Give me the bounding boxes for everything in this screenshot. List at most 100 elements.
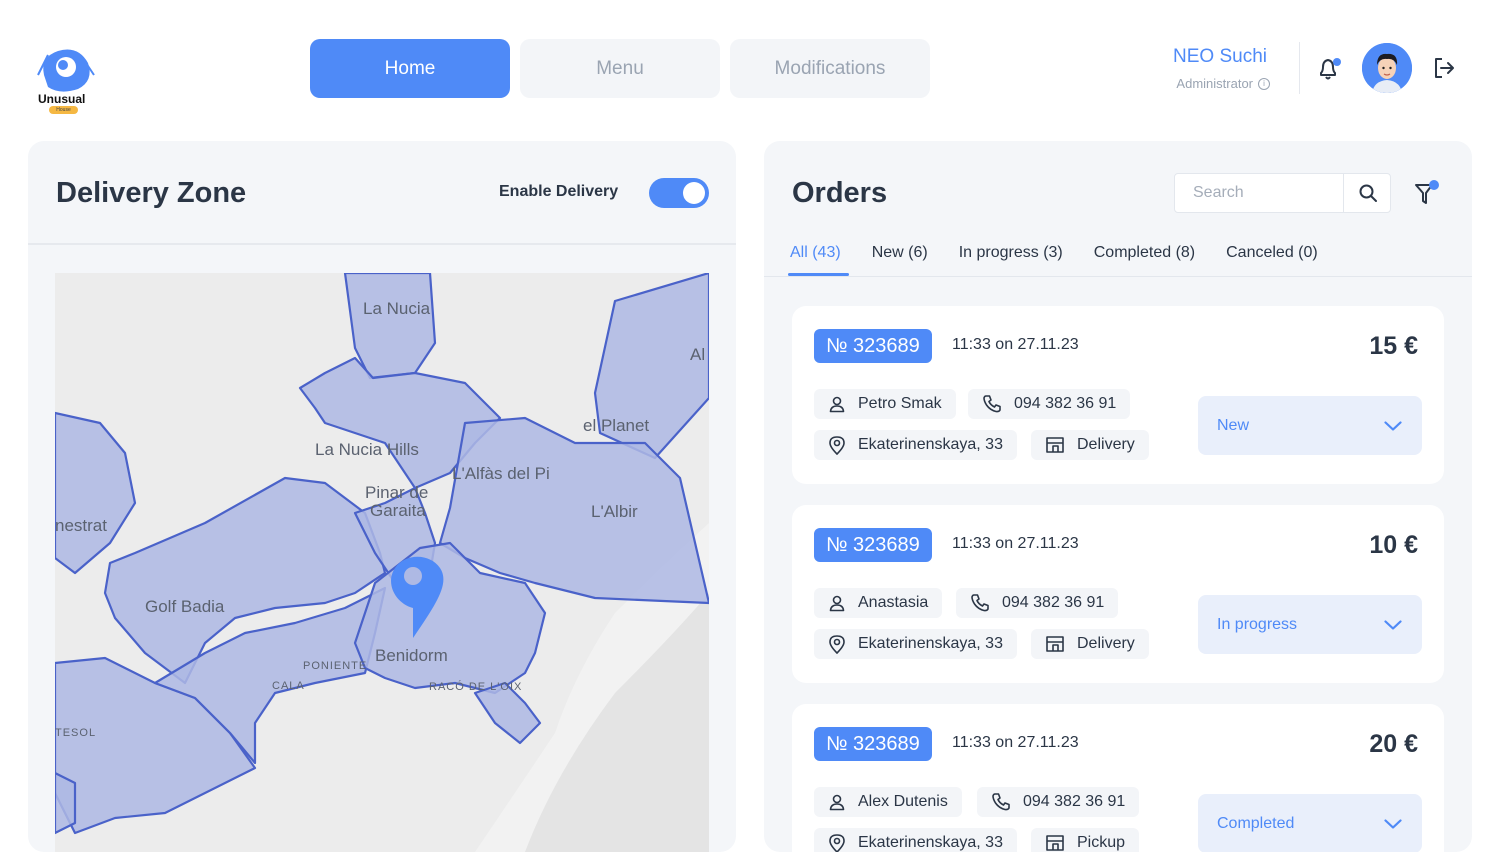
chevron-down-icon bbox=[1384, 818, 1402, 829]
customer-chip: Petro Smak bbox=[814, 389, 956, 419]
tabs-divider bbox=[764, 276, 1472, 277]
status-value: New bbox=[1217, 416, 1250, 434]
orders-title: Orders bbox=[792, 177, 888, 209]
customer-phone: 094 382 36 91 bbox=[1002, 594, 1105, 611]
order-address: Ekaterinenskaya, 33 bbox=[858, 834, 1003, 851]
order-price: 10 € bbox=[1369, 531, 1418, 559]
order-time: 11:33 on 27.11.23 bbox=[952, 734, 1079, 751]
customer-name: Anastasia bbox=[858, 594, 929, 611]
panel-divider bbox=[28, 243, 736, 245]
avatar[interactable] bbox=[1362, 43, 1412, 93]
user-icon bbox=[829, 794, 845, 811]
phone-chip[interactable]: 094 382 36 91 bbox=[977, 787, 1140, 817]
phone-chip[interactable]: 094 382 36 91 bbox=[968, 389, 1131, 419]
header-divider bbox=[1299, 42, 1300, 94]
user-avatar-icon bbox=[1362, 43, 1412, 93]
store-icon bbox=[1046, 437, 1064, 453]
status-value: Completed bbox=[1217, 814, 1295, 832]
status-select[interactable]: In progress bbox=[1198, 595, 1422, 654]
customer-chip: Anastasia bbox=[814, 588, 943, 618]
delivery-zone-panel: Delivery Zone Enable Delivery La Nucia A… bbox=[28, 141, 736, 852]
customer-name: Alex Dutenis bbox=[858, 793, 948, 810]
nav-modifications-button[interactable]: Modifications bbox=[730, 39, 930, 98]
orders-tabs: All (43) New (6) In progress (3) Complet… bbox=[788, 244, 1349, 276]
map-label-la-nucia: La Nucia bbox=[363, 299, 431, 318]
filter-icon[interactable] bbox=[1414, 179, 1440, 207]
location-icon bbox=[829, 635, 845, 654]
map-label-benidorm: Benidorm bbox=[375, 646, 448, 665]
map-label-poniente: PONIENTE bbox=[303, 660, 367, 672]
tab-all[interactable]: All (43) bbox=[788, 244, 849, 276]
order-card[interactable]: № 323689 11:33 on 27.11.23 15 € Petro Sm… bbox=[792, 306, 1444, 484]
map-label-pinar-2: Garaita bbox=[370, 501, 426, 520]
logout-icon[interactable] bbox=[1432, 56, 1456, 80]
customer-phone: 094 382 36 91 bbox=[1023, 793, 1126, 810]
status-select[interactable]: New bbox=[1198, 396, 1422, 455]
phone-icon bbox=[983, 395, 1001, 413]
order-method: Pickup bbox=[1077, 834, 1126, 851]
store-icon bbox=[1046, 835, 1064, 851]
map-label-el-planet: el Planet bbox=[583, 416, 649, 435]
user-role: Administrator i bbox=[1176, 76, 1270, 91]
status-select[interactable]: Completed bbox=[1198, 794, 1422, 852]
brand-name: Unusual bbox=[38, 92, 86, 106]
search-button[interactable] bbox=[1343, 174, 1391, 212]
user-role-label: Administrator bbox=[1176, 76, 1253, 91]
order-price: 15 € bbox=[1369, 332, 1418, 360]
map-label-raco: RACÓ DE L'OIX bbox=[429, 680, 522, 693]
phone-icon bbox=[992, 793, 1010, 811]
map-label-pinar-1: Pinar de bbox=[365, 483, 428, 502]
order-method: Delivery bbox=[1077, 436, 1135, 453]
customer-chip: Alex Dutenis bbox=[814, 787, 962, 817]
status-value: In progress bbox=[1217, 615, 1298, 633]
order-time: 11:33 on 27.11.23 bbox=[952, 336, 1079, 353]
store-icon bbox=[1046, 636, 1064, 652]
order-card[interactable]: № 323689 11:33 on 27.11.23 20 € Alex Dut… bbox=[792, 704, 1444, 852]
user-name[interactable]: NEO Suchi bbox=[1173, 46, 1267, 68]
order-time: 11:33 on 27.11.23 bbox=[952, 535, 1079, 552]
nav-home-button[interactable]: Home bbox=[310, 39, 510, 98]
map-label-cala: CALA bbox=[272, 680, 305, 692]
map-canvas: La Nucia Al el Planet La Nucia Hills L'A… bbox=[55, 273, 709, 852]
order-number: № 323689 bbox=[814, 727, 932, 761]
user-icon bbox=[829, 595, 845, 612]
search-box bbox=[1174, 173, 1391, 213]
phone-icon bbox=[971, 594, 989, 612]
method-chip: Pickup bbox=[1031, 828, 1140, 852]
chevron-down-icon bbox=[1384, 619, 1402, 630]
map-label-nestrat: nestrat bbox=[55, 516, 107, 535]
address-chip: Ekaterinenskaya, 33 bbox=[814, 828, 1017, 852]
orders-list: № 323689 11:33 on 27.11.23 15 € Petro Sm… bbox=[792, 306, 1444, 852]
address-chip: Ekaterinenskaya, 33 bbox=[814, 430, 1017, 460]
delivery-zone-title: Delivery Zone bbox=[56, 177, 247, 209]
map-label-golf: Golf Badia bbox=[145, 597, 225, 616]
notification-bell-icon[interactable] bbox=[1316, 56, 1342, 82]
user-icon bbox=[829, 396, 845, 413]
enable-delivery-label: Enable Delivery bbox=[499, 183, 619, 200]
tab-new[interactable]: New (6) bbox=[872, 244, 928, 274]
method-chip: Delivery bbox=[1031, 629, 1149, 659]
brand-badge: House bbox=[49, 106, 78, 114]
enable-delivery-toggle[interactable] bbox=[649, 178, 709, 208]
tab-canceled[interactable]: Canceled (0) bbox=[1226, 244, 1318, 274]
toggle-knob bbox=[683, 182, 705, 204]
delivery-map[interactable]: La Nucia Al el Planet La Nucia Hills L'A… bbox=[55, 273, 709, 852]
search-input[interactable] bbox=[1175, 174, 1343, 212]
location-icon bbox=[829, 834, 845, 852]
order-address: Ekaterinenskaya, 33 bbox=[858, 635, 1003, 652]
order-number: № 323689 bbox=[814, 329, 932, 363]
nav-menu-button[interactable]: Menu bbox=[520, 39, 720, 98]
order-address: Ekaterinenskaya, 33 bbox=[858, 436, 1003, 453]
order-card[interactable]: № 323689 11:33 on 27.11.23 10 € Anastasi… bbox=[792, 505, 1444, 683]
address-chip: Ekaterinenskaya, 33 bbox=[814, 629, 1017, 659]
info-icon[interactable]: i bbox=[1258, 77, 1270, 90]
order-number: № 323689 bbox=[814, 528, 932, 562]
tab-completed[interactable]: Completed (8) bbox=[1094, 244, 1195, 274]
map-label-alfas: L'Alfàs del Pi bbox=[452, 464, 550, 483]
location-icon bbox=[829, 436, 845, 455]
phone-chip[interactable]: 094 382 36 91 bbox=[956, 588, 1119, 618]
map-label-al: Al bbox=[690, 345, 705, 364]
tab-in-progress[interactable]: In progress (3) bbox=[959, 244, 1063, 274]
map-label-albir: L'Albir bbox=[591, 502, 638, 521]
customer-name: Petro Smak bbox=[858, 395, 942, 412]
